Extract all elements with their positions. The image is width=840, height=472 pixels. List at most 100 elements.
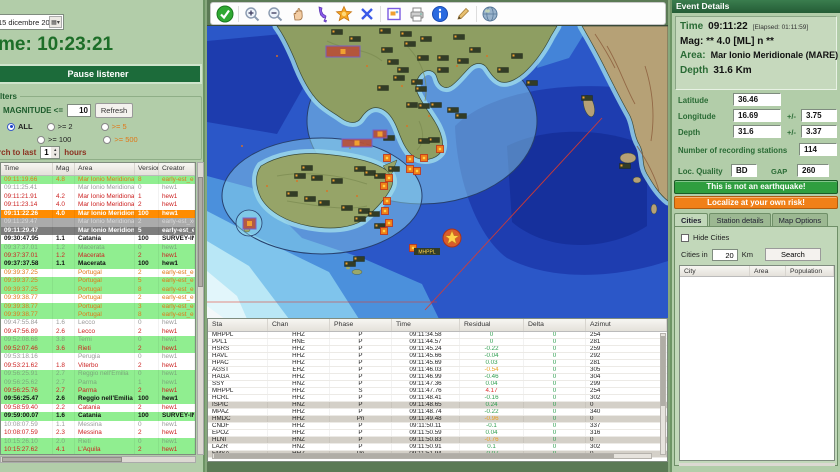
column-header[interactable]: Delta bbox=[524, 319, 586, 331]
event-row[interactable]: 09:11:19.664.8Mar Ionio Meridional8early… bbox=[1, 176, 195, 184]
pause-listener-button[interactable]: Pause listener bbox=[0, 64, 202, 84]
event-row[interactable]: 09:37:37.011.2Macerata0hew1 bbox=[1, 244, 195, 252]
scrollbar-thumb[interactable] bbox=[661, 336, 665, 406]
station-marker[interactable] bbox=[398, 68, 409, 73]
calendar-dropdown-icon[interactable]: ▦▾ bbox=[49, 16, 62, 28]
event-row[interactable]: 09:47:55.841.6Lecco0hew1 bbox=[1, 319, 195, 327]
event-row[interactable]: 09:11:25.41Mar Ionio Meridionale (MA0hew… bbox=[1, 184, 195, 192]
not-earthquake-button[interactable]: This is not an earthquake! bbox=[674, 180, 838, 194]
alert-station-marker[interactable] bbox=[384, 155, 391, 162]
alert-station-marker[interactable] bbox=[381, 183, 388, 190]
station-marker[interactable] bbox=[448, 108, 459, 113]
alert-station-marker[interactable] bbox=[407, 156, 414, 163]
event-row[interactable]: 09:56:25.472.6Reggio nell'Emilia100hew1 bbox=[1, 395, 195, 403]
station-marker[interactable] bbox=[421, 37, 432, 42]
station-marker[interactable] bbox=[365, 171, 376, 176]
epicenter-star[interactable] bbox=[443, 229, 461, 247]
event-row[interactable]: 09:39:38.77Portugal3early-est_ee1.1.5 bbox=[1, 303, 195, 311]
station-marker[interactable] bbox=[355, 167, 366, 172]
column-header[interactable]: Population bbox=[786, 266, 834, 276]
station-marker[interactable] bbox=[375, 174, 386, 179]
event-row[interactable]: 09:59:00.071.6Catania100SURVEY-INGV-C bbox=[1, 412, 195, 420]
events-vertical-scrollbar[interactable] bbox=[197, 162, 204, 455]
event-row[interactable]: 10:15:26.102.0Rieti0hew1 bbox=[1, 438, 195, 446]
radio-ge100[interactable]: >= 100 bbox=[37, 135, 71, 144]
station-marker[interactable] bbox=[458, 59, 469, 64]
picks-vertical-scrollbar[interactable] bbox=[660, 333, 666, 455]
station-marker[interactable] bbox=[287, 192, 298, 197]
magnitude-input[interactable]: 10 bbox=[67, 104, 91, 117]
station-marker[interactable] bbox=[620, 164, 631, 169]
column-header[interactable]: Version bbox=[135, 163, 159, 175]
station-marker[interactable] bbox=[388, 60, 399, 65]
pick-row[interactable]: HPACHHZP09:11:45.690.030281 bbox=[208, 360, 667, 367]
column-header[interactable]: Area bbox=[750, 266, 786, 276]
event-row[interactable]: 09:11:23.144.0Mar Ionio Meridionale (MA2… bbox=[1, 201, 195, 209]
zoom-in-icon[interactable] bbox=[242, 4, 262, 24]
station-marker[interactable] bbox=[345, 262, 356, 267]
station-marker[interactable] bbox=[302, 166, 313, 171]
event-row[interactable]: 09:53:21.621.8Viterbo2hew1 bbox=[1, 362, 195, 370]
station-marker[interactable] bbox=[355, 217, 366, 222]
event-row[interactable]: 09:11:29.47Mar Ionio Meridionale (MA2ear… bbox=[1, 218, 195, 226]
event-row[interactable]: 09:52:08.683.8Terni0hew1 bbox=[1, 336, 195, 344]
scrollbar-thumb[interactable] bbox=[214, 454, 614, 458]
column-header[interactable]: Chan bbox=[268, 319, 330, 331]
event-row[interactable]: 09:56:25.622.7Parma1hew1 bbox=[1, 379, 195, 387]
event-row[interactable]: 09:47:56.892.6Lecco2hew1 bbox=[1, 328, 195, 336]
print-icon[interactable] bbox=[407, 4, 427, 24]
hours-spinner[interactable]: 1 ▲▼ bbox=[40, 146, 60, 159]
zoom-out-icon[interactable] bbox=[265, 4, 285, 24]
station-marker[interactable] bbox=[359, 209, 370, 214]
pick-row[interactable]: MPAZHHZP09:11:48.74-0.220340 bbox=[208, 409, 667, 416]
draw-pencil-icon[interactable] bbox=[453, 4, 473, 24]
event-row[interactable]: 09:58:59.402.2Catania2hew1 bbox=[1, 404, 195, 412]
alert-station-marker[interactable] bbox=[384, 198, 391, 205]
station-marker[interactable] bbox=[527, 81, 538, 86]
station-marker[interactable] bbox=[369, 212, 380, 217]
column-header[interactable]: Mag bbox=[53, 163, 75, 175]
pick-row[interactable]: EPOZHHZP09:11:50.590.040316 bbox=[208, 430, 667, 437]
station-marker[interactable] bbox=[401, 32, 412, 37]
highlighted-station-box[interactable] bbox=[342, 139, 372, 147]
highlighted-station-box[interactable] bbox=[243, 218, 256, 229]
pick-row[interactable]: PPL1HNEP09:11:44.5700281 bbox=[208, 339, 667, 346]
station-marker[interactable] bbox=[332, 179, 343, 184]
station-marker[interactable] bbox=[378, 86, 389, 91]
pick-row[interactable]: ISPICHNZP09:11:48.650.2400 bbox=[208, 402, 667, 409]
station-marker[interactable] bbox=[412, 80, 423, 85]
station-marker[interactable] bbox=[382, 48, 393, 53]
latitude-field[interactable]: 36.46 bbox=[733, 93, 781, 106]
column-header[interactable]: City bbox=[680, 266, 750, 276]
validate-check-icon[interactable] bbox=[215, 4, 235, 24]
alert-station-marker[interactable] bbox=[382, 208, 389, 215]
event-row[interactable]: 09:37:37.011.2Macerata2hew1 bbox=[1, 252, 195, 260]
event-row[interactable]: 09:11:21.914.2Mar Ionio Meridionale (MA1… bbox=[1, 193, 195, 201]
station-marker[interactable] bbox=[419, 104, 430, 109]
radio-ge500[interactable]: >= 500 bbox=[103, 135, 137, 144]
station-marker[interactable] bbox=[470, 48, 481, 53]
globe-icon[interactable] bbox=[480, 4, 500, 24]
station-marker[interactable] bbox=[418, 56, 429, 61]
event-row[interactable]: 09:30:47.951.1Catania100SURVEY-INGV-C bbox=[1, 235, 195, 243]
pick-row[interactable]: HAVLHHZP09:11:45.66-0.040292 bbox=[208, 353, 667, 360]
column-header[interactable]: Time bbox=[392, 319, 460, 331]
event-row[interactable]: 10:08:07.592.3Messina2hew1 bbox=[1, 429, 195, 437]
event-row[interactable]: 09:52:07.463.6Rieti2hew1 bbox=[1, 345, 195, 353]
column-header[interactable]: Sta bbox=[208, 319, 268, 331]
column-header[interactable]: Residual bbox=[460, 319, 524, 331]
radio-all[interactable]: ALL bbox=[7, 122, 33, 131]
event-row[interactable]: 09:53:18.16Perugia0hew1 bbox=[1, 353, 195, 361]
station-marker[interactable] bbox=[582, 96, 593, 101]
longitude-error-field[interactable]: 3.75 bbox=[801, 109, 837, 122]
event-row[interactable]: 09:56:25.762.7Parma2hew1 bbox=[1, 387, 195, 395]
refresh-button[interactable]: Refresh bbox=[95, 103, 133, 118]
station-marker[interactable] bbox=[394, 76, 405, 81]
pick-row[interactable]: HMDCHHZPn09:11:49.48-0.9600 bbox=[208, 416, 667, 423]
pick-row[interactable]: MHPPLHHZP09:11:34.5800254 bbox=[208, 332, 667, 339]
column-header[interactable]: Azimut bbox=[586, 319, 667, 331]
alert-station-marker[interactable] bbox=[407, 166, 414, 173]
station-marker[interactable] bbox=[350, 37, 361, 42]
pan-hand-icon[interactable] bbox=[288, 4, 308, 24]
localize-button[interactable]: Localize at your own risk! bbox=[674, 196, 838, 209]
